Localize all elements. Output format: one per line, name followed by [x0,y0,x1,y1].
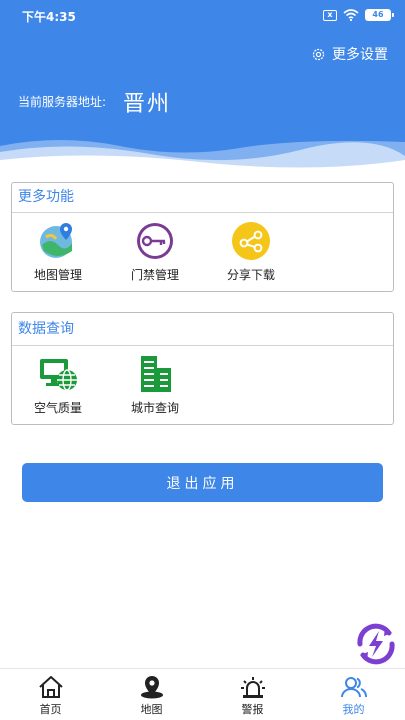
data-query-title: 数据查询 [12,313,393,346]
tab-map-label: 地图 [140,703,163,716]
share-icon [232,222,270,260]
sim-icon: x [323,9,337,21]
access-control-label: 门禁管理 [130,268,179,282]
more-settings-button[interactable]: 更多设置 [311,44,388,64]
tab-mine[interactable]: 我的 [303,669,404,720]
key-icon [137,223,173,259]
tab-mine-label: 我的 [342,703,365,716]
more-functions-card: 更多功能 地图管理 门禁管理 分享下载 [11,182,394,292]
map-management-item[interactable]: 地图管理 [18,213,98,289]
city-query-label: 城市查询 [130,401,179,415]
city-query-item[interactable]: 城市查询 [115,346,195,422]
tab-alarm-label: 警报 [241,703,264,716]
map-icon [40,223,72,258]
more-functions-title: 更多功能 [12,183,393,213]
air-quality-item[interactable]: 空气质量 [18,346,98,422]
data-query-card: 数据查询 空气质量 城市查询 [11,312,394,425]
share-download-label: 分享下载 [226,268,275,282]
air-quality-label: 空气质量 [33,401,82,415]
wifi-icon [343,9,359,21]
bottom-tab-bar: 首页 地图 警报 我的 [0,668,405,720]
server-address-value: 晋州 [123,92,172,117]
lightning-refresh-icon[interactable] [351,621,401,667]
map-management-label: 地图管理 [33,268,82,282]
status-icons: x 46 [323,9,394,21]
city-buildings-icon [141,356,171,392]
battery-icon: 46 [365,9,394,21]
tab-home-label: 首页 [39,703,62,716]
home-icon [39,676,63,698]
server-address-label: 当前服务器地址: [18,95,107,109]
tab-home[interactable]: 首页 [0,669,101,720]
header-banner: 下午4:35 x 46 更多设置 当前服务器地址: 晋州 [0,0,405,172]
header-wave [0,140,405,172]
gear-icon [312,48,325,60]
tab-map[interactable]: 地图 [101,669,202,720]
map-pin-icon [141,676,163,699]
tab-alarm[interactable]: 警报 [202,669,303,720]
monitor-globe-icon [40,359,77,391]
share-download-item[interactable]: 分享下载 [211,213,291,289]
access-control-item[interactable]: 门禁管理 [115,213,195,289]
status-bar: 下午4:35 x 46 [0,0,405,32]
alarm-icon [241,677,265,698]
exit-app-button[interactable]: 退出应用 [22,463,383,502]
status-time: 下午4:35 [22,10,76,24]
users-icon [341,677,367,698]
more-settings-label: 更多设置 [332,47,388,63]
